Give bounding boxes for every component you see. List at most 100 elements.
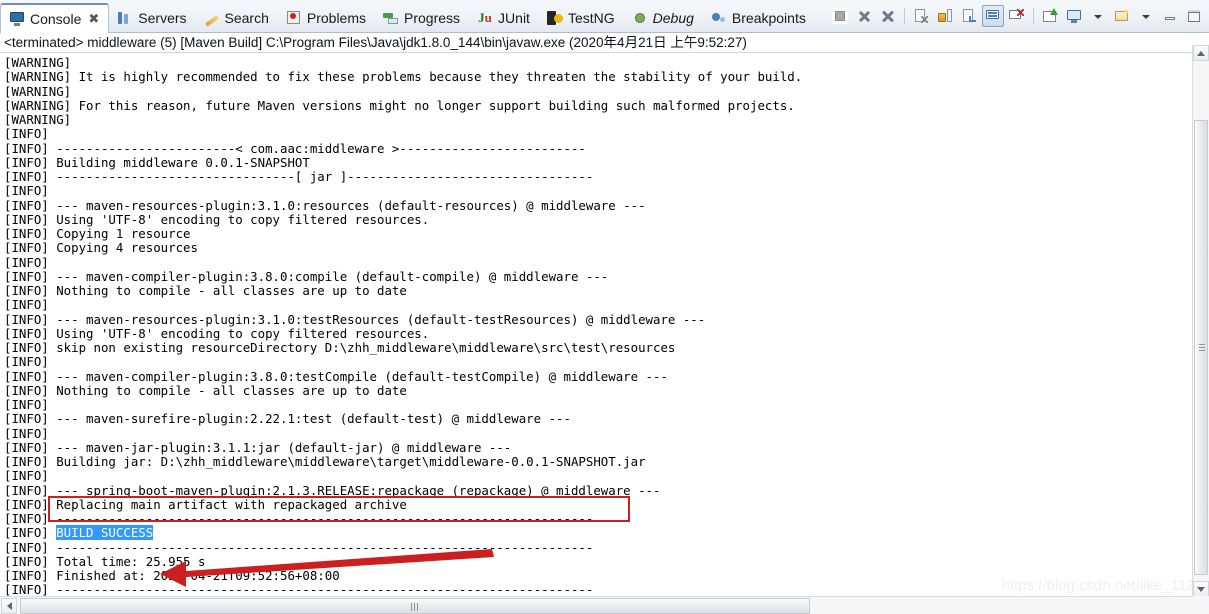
tab-list: Console ✖ Servers Search Problems Progre…	[0, 0, 815, 34]
console-line: [INFO] ------------------------< com.aac…	[4, 140, 586, 156]
scroll-up-arrow-icon[interactable]	[1193, 45, 1209, 61]
show-console-on-error-button[interactable]	[1006, 5, 1028, 27]
console-error-icon	[1009, 8, 1025, 24]
open-console-button[interactable]	[1111, 5, 1133, 27]
console-line: [INFO] ---------------------------------…	[4, 539, 594, 555]
console-line: [WARNING]	[4, 112, 72, 127]
console-line: [WARNING]	[4, 55, 72, 70]
tab-label: Console	[30, 11, 82, 27]
maximize-view-button[interactable]	[1183, 5, 1205, 27]
toolbar-separator	[1033, 8, 1034, 24]
tab-label: Breakpoints	[731, 9, 806, 26]
console-line: [INFO] --- maven-compiler-plugin:3.8.0:t…	[4, 368, 668, 384]
minimize-icon	[1162, 8, 1178, 24]
stop-square-icon	[832, 8, 848, 24]
console-line: [INFO] Nothing to compile - all classes …	[4, 283, 407, 298]
tab-debug[interactable]: Debug	[624, 2, 703, 33]
close-icon[interactable]: ✖	[88, 11, 99, 27]
minimize-view-button[interactable]	[1159, 5, 1181, 27]
console-text: [WARNING] [WARNING] It is highly recommen…	[4, 55, 803, 596]
tab-problems[interactable]: Problems	[278, 2, 375, 33]
console-line: [INFO]	[4, 297, 49, 313]
console-line: [INFO] Finished at: 2020-04-21T09:52:56+…	[4, 568, 340, 583]
console-line: [INFO] --- maven-resources-plugin:3.1.0:…	[4, 197, 646, 213]
open-console-dropdown[interactable]	[1135, 5, 1157, 27]
console-output-area[interactable]: [WARNING] [WARNING] It is highly recommen…	[0, 52, 1209, 596]
console-line: [INFO] --- spring-boot-maven-plugin:2.1.…	[4, 482, 661, 498]
word-wrap-icon	[961, 8, 977, 24]
console-line: [INFO]	[4, 183, 49, 199]
toolbar-separator	[904, 8, 905, 24]
scrollbar-grip-icon	[1199, 343, 1205, 352]
console-line: [INFO]	[4, 126, 49, 142]
selected-text[interactable]: BUILD SUCCESS	[56, 525, 154, 541]
page-clear-icon	[913, 8, 929, 24]
servers-icon	[117, 10, 133, 26]
console-line: [INFO] Building jar: D:\zhh_middleware\m…	[4, 454, 646, 469]
lock-icon	[937, 8, 953, 24]
clear-console-button[interactable]	[910, 5, 932, 27]
open-console-icon	[1042, 8, 1058, 24]
vertical-scrollbar-thumb[interactable]	[1194, 120, 1208, 575]
tab-label: Problems	[306, 9, 367, 26]
console-line: [INFO] --- maven-surefire-plugin:2.22.1:…	[4, 411, 571, 427]
console-line: [INFO] --- maven-compiler-plugin:3.8.0:c…	[4, 268, 609, 284]
breakpoints-icon	[711, 10, 727, 26]
console-line: [INFO] --------------------------------[…	[4, 169, 594, 184]
console-line: [WARNING]	[4, 83, 72, 99]
tab-testng[interactable]: TestNG	[539, 2, 624, 33]
show-console-on-output-button[interactable]	[982, 5, 1004, 27]
console-line: [INFO] ---------------------------------…	[4, 511, 594, 526]
console-line: [INFO] Total time: 25.955 s	[4, 553, 206, 569]
view-tab-bar: Console ✖ Servers Search Problems Progre…	[0, 0, 1209, 34]
terminate-button[interactable]	[829, 5, 851, 27]
tab-search[interactable]: Search	[196, 2, 278, 33]
word-wrap-button[interactable]	[958, 5, 980, 27]
display-console-dropdown[interactable]	[1087, 5, 1109, 27]
tab-servers[interactable]: Servers	[109, 2, 195, 33]
tab-console[interactable]: Console ✖	[0, 3, 110, 34]
tab-progress[interactable]: Progress	[375, 2, 469, 33]
tab-label: Debug	[652, 9, 694, 26]
search-icon	[204, 10, 220, 26]
remove-launch-button[interactable]	[853, 5, 875, 27]
scroll-lock-button[interactable]	[934, 5, 956, 27]
console-line: [INFO] BUILD SUCCESS	[4, 525, 154, 541]
junit-icon: Ju	[478, 9, 492, 25]
x-icon	[856, 8, 872, 24]
scrollbar-grip-icon	[411, 603, 419, 611]
console-line: [INFO]	[4, 254, 49, 270]
tab-breakpoints[interactable]: Breakpoints	[703, 2, 815, 33]
progress-icon	[383, 10, 399, 26]
double-x-icon	[880, 8, 896, 24]
console-line: [WARNING] It is highly recommended to fi…	[4, 69, 803, 85]
vertical-scrollbar[interactable]	[1192, 45, 1209, 597]
console-line: [INFO] Using 'UTF-8' encoding to copy fi…	[4, 325, 430, 341]
scrollbar-corner	[1192, 596, 1209, 614]
console-line: [INFO]	[4, 354, 49, 370]
horizontal-scrollbar[interactable]	[0, 596, 1209, 614]
console-line: [WARNING] For this reason, future Maven …	[4, 97, 795, 113]
console-line: [INFO] Replacing main artifact with repa…	[4, 496, 407, 512]
horizontal-scrollbar-thumb[interactable]	[20, 598, 810, 614]
new-console-icon	[1066, 8, 1082, 24]
tab-junit[interactable]: Ju JUnit	[469, 2, 539, 33]
console-line: [INFO] Building middleware 0.0.1-SNAPSHO…	[4, 154, 310, 170]
scroll-left-arrow-icon[interactable]	[1, 598, 17, 614]
scroll-down-arrow-icon[interactable]	[1193, 581, 1209, 597]
pin-console-button[interactable]	[1039, 5, 1061, 27]
console-line: [INFO] --- maven-resources-plugin:3.1.0:…	[4, 311, 706, 327]
problems-icon	[286, 10, 302, 26]
console-line: [INFO] ---------------------------------…	[4, 582, 594, 596]
chevron-down-icon	[1141, 8, 1151, 24]
remove-all-terminated-button[interactable]	[877, 5, 899, 27]
debug-icon	[632, 10, 648, 26]
console-line: [INFO]	[4, 425, 49, 441]
tab-label: JUnit	[498, 9, 530, 26]
console-line: [INFO] Using 'UTF-8' encoding to copy fi…	[4, 211, 430, 227]
tab-label: Search	[224, 9, 269, 26]
tab-label: TestNG	[567, 9, 615, 26]
console-line: [INFO] Copying 4 resources	[4, 240, 198, 256]
display-selected-console-button[interactable]	[1063, 5, 1085, 27]
testng-icon	[546, 10, 563, 26]
